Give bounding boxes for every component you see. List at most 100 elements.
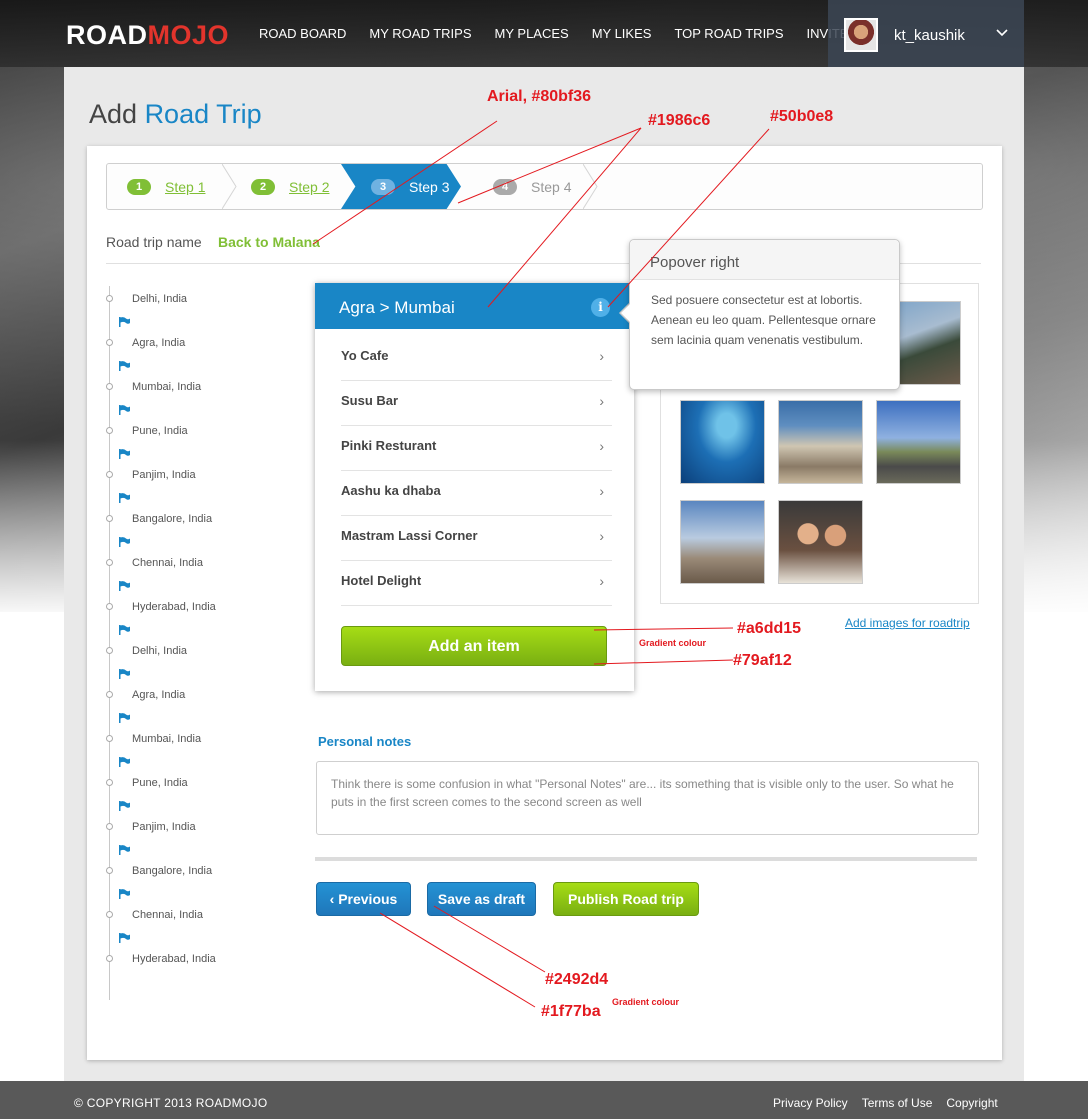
timeline-stop-label: Delhi, India xyxy=(132,293,188,305)
timeline-stop-label: Mumbai, India xyxy=(132,381,202,393)
step-1[interactable]: 1 Step 1 xyxy=(127,164,227,209)
gallery-image[interactable] xyxy=(778,400,863,484)
nav-my-places[interactable]: MY PLACES xyxy=(495,26,569,41)
save-draft-button[interactable]: Save as draft xyxy=(427,882,536,916)
footer-link-privacy[interactable]: Privacy Policy xyxy=(773,1096,848,1110)
road-trip-name-label: Road trip name xyxy=(106,234,202,250)
footer-links: Privacy Policy Terms of Use Copyright xyxy=(773,1096,1012,1110)
timeline-dot-icon xyxy=(106,295,113,302)
timeline-dot-icon xyxy=(106,603,113,610)
popover: Popover right Sed posuere consectetur es… xyxy=(629,239,900,390)
flag-icon xyxy=(119,845,130,855)
list-item[interactable]: Yo Cafe › xyxy=(341,336,612,381)
top-header: ROADMOJO ROAD BOARD MY ROAD TRIPS MY PLA… xyxy=(0,0,1088,67)
flag-icon xyxy=(119,669,130,679)
list-item-label: Pinki Resturant xyxy=(341,438,437,453)
divider xyxy=(315,857,977,861)
flag-icon xyxy=(119,493,130,503)
timeline-stop-label: Chennai, India xyxy=(132,557,203,569)
user-menu[interactable]: kt_kaushik xyxy=(828,0,1024,67)
gallery-image[interactable] xyxy=(876,400,961,484)
add-item-button[interactable]: Add an item xyxy=(341,626,607,666)
timeline-stop-label: Bangalore, India xyxy=(132,513,213,525)
list-item[interactable]: Aashu ka dhaba › xyxy=(341,471,612,516)
list-item[interactable]: Hotel Delight › xyxy=(341,561,612,606)
popover-title: Popover right xyxy=(630,240,899,280)
roadmojo-logo[interactable]: ROADMOJO xyxy=(66,20,229,51)
timeline-stop-label: Panjim, India xyxy=(132,821,196,833)
step-4[interactable]: 4 Step 4 xyxy=(493,164,593,209)
step-1-label: Step 1 xyxy=(165,178,206,195)
nav-road-board[interactable]: ROAD BOARD xyxy=(259,26,346,41)
footer-link-terms[interactable]: Terms of Use xyxy=(862,1096,933,1110)
page-title-plain: Add xyxy=(89,99,138,129)
timeline-stop-label: Agra, India xyxy=(132,689,186,701)
flag-icon xyxy=(119,581,130,591)
annotation-blue-bottom: #1f77ba xyxy=(541,1003,601,1020)
flag-icon xyxy=(119,449,130,459)
list-item[interactable]: Mastram Lassi Corner › xyxy=(341,516,612,561)
flag-icon xyxy=(119,713,130,723)
timeline-dot-icon xyxy=(106,427,113,434)
timeline-stop-label: Delhi, India xyxy=(132,645,188,657)
step-4-label: Step 4 xyxy=(531,178,572,195)
nav-my-likes[interactable]: MY LIKES xyxy=(592,26,652,41)
personal-notes-label: Personal notes xyxy=(318,734,412,749)
annotation-blue-top: #2492d4 xyxy=(545,971,609,988)
flag-icon xyxy=(119,889,130,899)
annotation-info-blue: #50b0e8 xyxy=(770,108,834,125)
chevron-right-icon: › xyxy=(599,528,604,544)
chevron-right-icon: › xyxy=(599,438,604,454)
timeline-dot-icon xyxy=(106,735,113,742)
personal-notes-textarea[interactable]: Think there is some confusion in what "P… xyxy=(316,761,979,835)
nav-my-road-trips[interactable]: MY ROAD TRIPS xyxy=(369,26,471,41)
flag-icon xyxy=(119,361,130,371)
step-separator-icon xyxy=(583,164,598,209)
gallery-image[interactable] xyxy=(778,500,863,584)
annotation-green-top: #a6dd15 xyxy=(737,620,802,637)
footer-link-copyright[interactable]: Copyright xyxy=(946,1096,997,1110)
chevron-right-icon: › xyxy=(599,483,604,499)
timeline-stop-label: Hyderabad, India xyxy=(132,953,216,965)
list-item-label: Aashu ka dhaba xyxy=(341,483,441,498)
annotation-green-gradient: Gradient colour xyxy=(639,638,707,648)
road-trip-name-value[interactable]: Back to Malana xyxy=(218,234,320,250)
timeline-stop-label: Mumbai, India xyxy=(132,733,202,745)
publish-button[interactable]: Publish Road trip xyxy=(553,882,699,916)
timeline-dot-icon xyxy=(106,647,113,654)
flag-icon xyxy=(119,625,130,635)
step-2[interactable]: 2 Step 2 xyxy=(251,164,351,209)
info-icon[interactable]: i xyxy=(591,298,610,317)
timeline-stop-label: Agra, India xyxy=(132,337,186,349)
flag-icon xyxy=(119,537,130,547)
timeline-line xyxy=(109,286,110,1000)
page-title-accent: Road Trip xyxy=(144,99,262,129)
list-item[interactable]: Pinki Resturant › xyxy=(341,426,612,471)
step-4-number: 4 xyxy=(493,178,517,195)
chevron-down-icon[interactable] xyxy=(996,27,1008,41)
step-1-number: 1 xyxy=(127,178,151,195)
add-images-link[interactable]: Add images for roadtrip xyxy=(845,616,970,630)
flag-icon xyxy=(119,757,130,767)
timeline-dot-icon xyxy=(106,955,113,962)
annotation-blue-gradient: Gradient colour xyxy=(612,997,680,1007)
popover-body: Sed posuere consectetur est at lobortis.… xyxy=(651,293,876,347)
list-item-label: Yo Cafe xyxy=(341,348,389,363)
nav-top-road-trips[interactable]: TOP ROAD TRIPS xyxy=(674,26,783,41)
footer: © COPYRIGHT 2013 ROADMOJO Privacy Policy… xyxy=(0,1081,1088,1119)
timeline-stop-label: Pune, India xyxy=(132,425,188,437)
step-3-number: 3 xyxy=(371,178,395,195)
list-item[interactable]: Susu Bar › xyxy=(341,381,612,426)
gallery-image[interactable] xyxy=(680,500,765,584)
previous-button[interactable]: ‹ Previous xyxy=(316,882,411,916)
timeline-dot-icon xyxy=(106,559,113,566)
main-nav: ROAD BOARD MY ROAD TRIPS MY PLACES MY LI… xyxy=(259,26,871,41)
flag-icon xyxy=(119,933,130,943)
step-3[interactable]: 3 Step 3 xyxy=(341,164,461,209)
logo-road-text: ROAD xyxy=(66,20,148,50)
gallery-image[interactable] xyxy=(680,400,765,484)
timeline-dot-icon xyxy=(106,911,113,918)
route-panel-title: Agra > Mumbai xyxy=(339,298,455,317)
route-panel-header: Agra > Mumbai i xyxy=(315,283,634,329)
copyright-text: © COPYRIGHT 2013 ROADMOJO xyxy=(74,1096,268,1110)
